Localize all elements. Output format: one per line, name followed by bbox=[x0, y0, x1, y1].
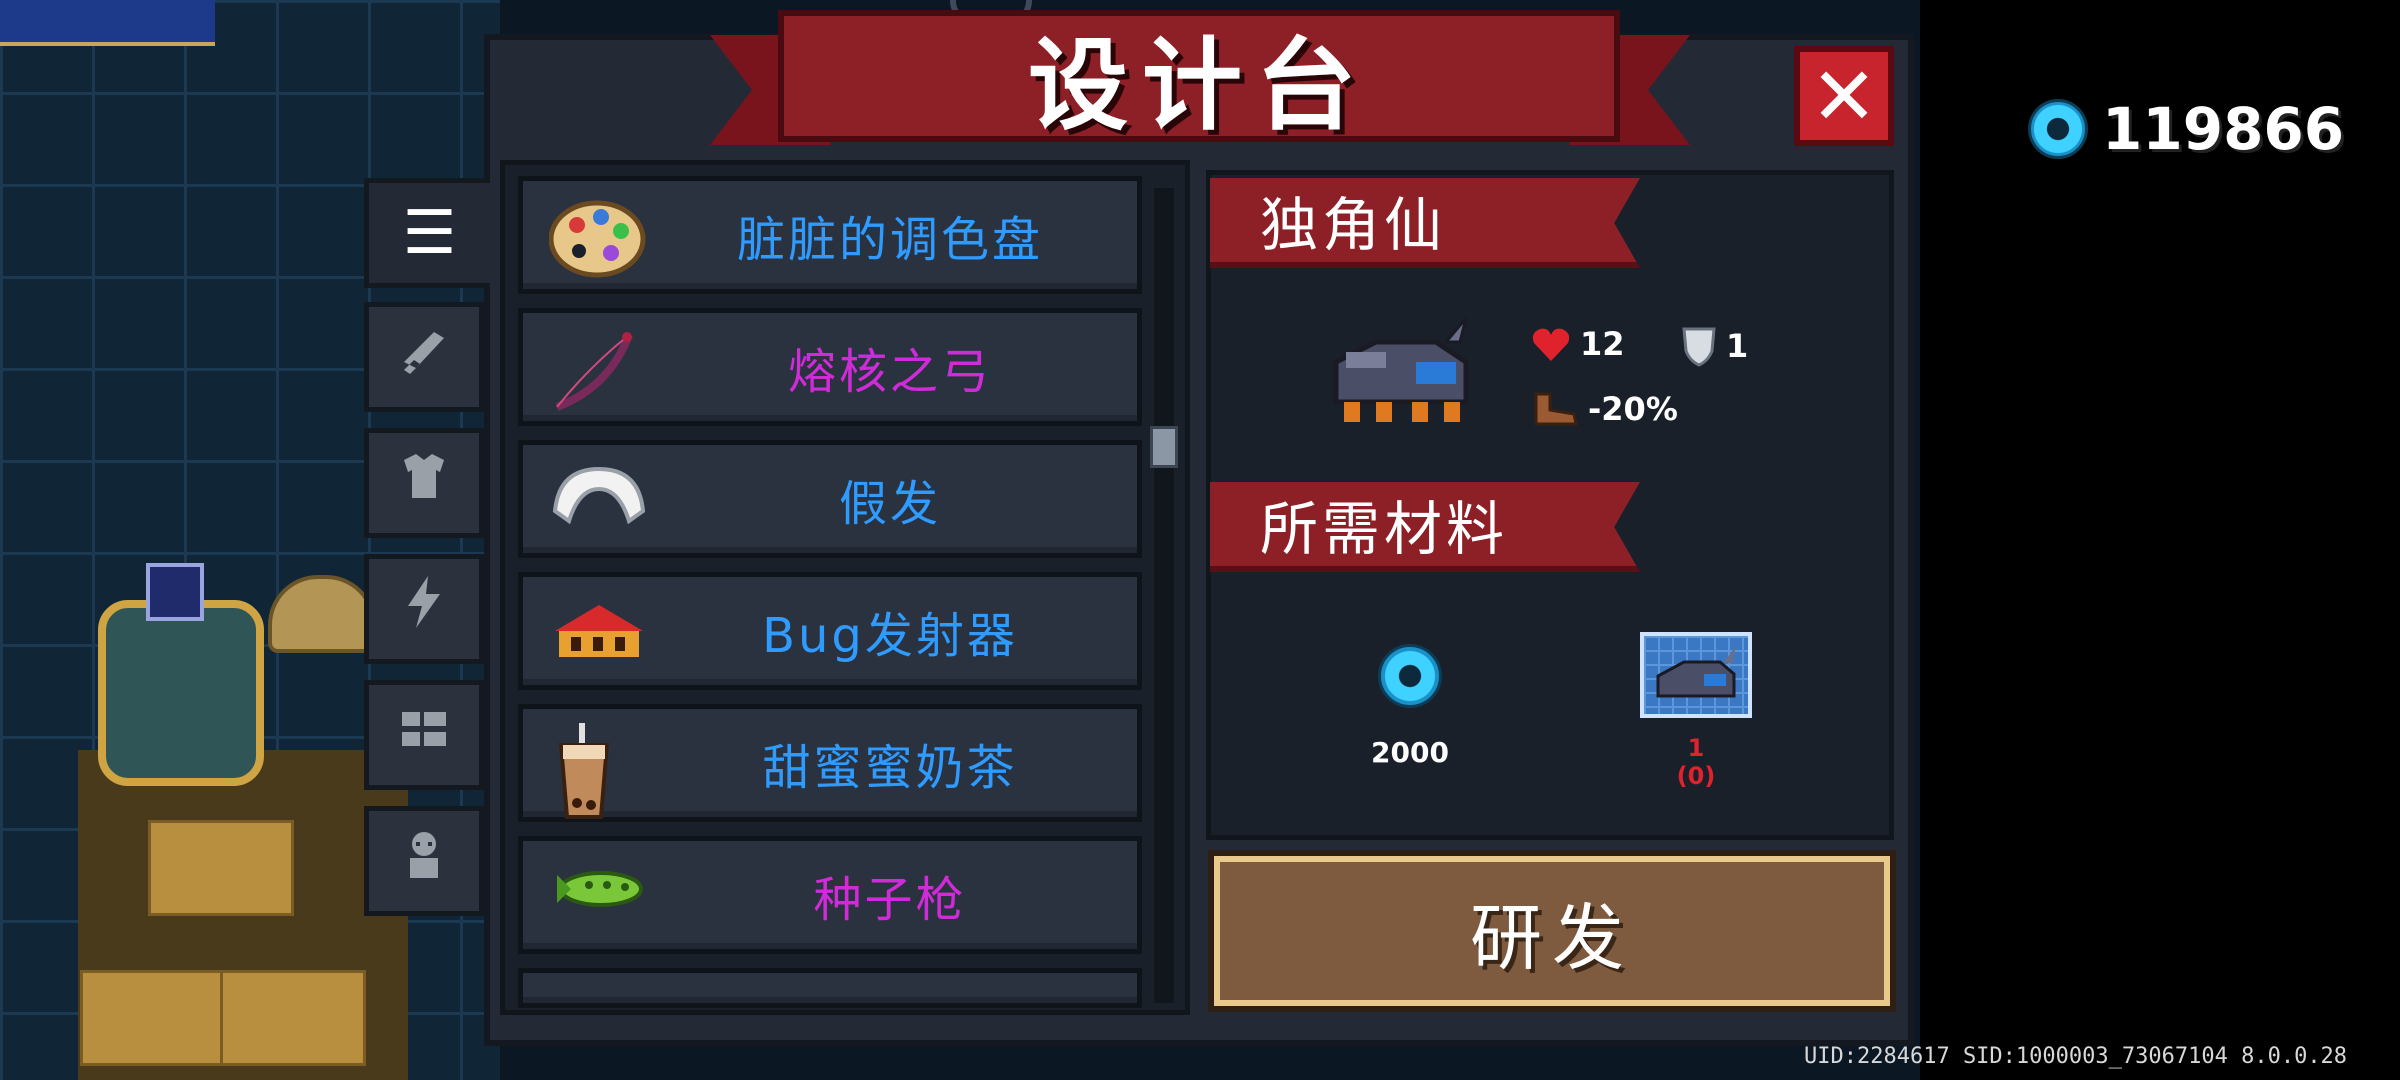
seed-gun-icon bbox=[549, 855, 643, 935]
blueprint-count: 1 (0) bbox=[1646, 734, 1746, 790]
gem-icon bbox=[1378, 644, 1442, 708]
list-item[interactable]: 种子枪 bbox=[518, 836, 1142, 954]
boot-icon bbox=[1534, 392, 1578, 426]
tab-characters[interactable] bbox=[364, 806, 484, 916]
background-pillar bbox=[148, 820, 294, 916]
bug-launcher-icon bbox=[549, 591, 643, 671]
milk-tea-icon bbox=[549, 723, 629, 819]
research-button[interactable]: 研发 bbox=[1208, 850, 1896, 1012]
background-pillar bbox=[80, 970, 226, 1066]
item-label: 种子枪 bbox=[813, 872, 967, 928]
list-scrollbar[interactable] bbox=[1154, 188, 1174, 1003]
armor-stat: 1 bbox=[1680, 325, 1748, 367]
background-pedestal bbox=[98, 563, 264, 786]
build-info: UID:2284617 SID:1000003_73067104 8.0.0.2… bbox=[1804, 1044, 2348, 1069]
materials-banner: 所需材料 bbox=[1210, 482, 1640, 572]
background-decor bbox=[0, 0, 215, 46]
blueprint-required: 1 bbox=[1687, 734, 1705, 762]
list-item[interactable]: 假发 bbox=[518, 440, 1142, 558]
hp-stat: 12 bbox=[1530, 325, 1625, 363]
scrollbar-thumb[interactable] bbox=[1150, 426, 1178, 468]
item-name: 独角仙 bbox=[1260, 191, 1447, 259]
tab-weapons[interactable] bbox=[364, 302, 484, 412]
list-item[interactable]: 甜蜜蜜奶茶 bbox=[518, 704, 1142, 822]
gem-icon bbox=[2028, 99, 2088, 159]
item-label: Bug发射器 bbox=[762, 608, 1018, 664]
list-icon: ☰ bbox=[402, 198, 457, 268]
materials-title: 所需材料 bbox=[1260, 495, 1509, 563]
close-icon: ✕ bbox=[1810, 49, 1878, 143]
item-label: 熔核之弓 bbox=[787, 344, 992, 400]
heart-icon bbox=[1532, 328, 1570, 361]
speed-stat: -20% bbox=[1530, 390, 1678, 428]
title-banner: 设计台 bbox=[778, 10, 1620, 144]
shield-icon bbox=[1682, 327, 1716, 367]
weapon-icon bbox=[394, 320, 454, 394]
armor-icon bbox=[394, 446, 454, 520]
pet-icon bbox=[394, 698, 454, 772]
rhino-beetle-mech-icon bbox=[1333, 317, 1469, 422]
hp-value: 12 bbox=[1580, 325, 1625, 363]
list-item[interactable]: 熔核之弓 bbox=[518, 308, 1142, 426]
page-title: 设计台 bbox=[1028, 26, 1370, 144]
gem-cost: 2000 bbox=[1371, 736, 1449, 769]
list-item[interactable]: 脏脏的调色盘 bbox=[518, 176, 1142, 294]
tab-all[interactable]: ☰ bbox=[364, 178, 490, 288]
character-icon bbox=[394, 824, 454, 898]
lightning-icon bbox=[394, 572, 454, 646]
armor-value: 1 bbox=[1726, 327, 1749, 365]
speed-value: -20% bbox=[1588, 390, 1678, 428]
tab-skills[interactable] bbox=[364, 554, 484, 664]
palette-icon bbox=[548, 195, 646, 278]
item-label: 脏脏的调色盘 bbox=[736, 212, 1043, 268]
tab-armor[interactable] bbox=[364, 428, 484, 538]
item-label: 甜蜜蜜奶茶 bbox=[762, 740, 1018, 796]
bow-icon bbox=[549, 327, 633, 411]
wig-icon bbox=[549, 459, 646, 539]
item-label: 假发 bbox=[838, 476, 941, 532]
item-name-banner: 独角仙 bbox=[1210, 178, 1640, 268]
close-button[interactable]: ✕ bbox=[1794, 46, 1894, 146]
blueprint-icon bbox=[1640, 632, 1752, 718]
currency-display: 119866 bbox=[2028, 95, 2344, 163]
list-item[interactable] bbox=[518, 968, 1142, 1008]
background-pillar bbox=[220, 970, 366, 1066]
blueprint-owned: (0) bbox=[1676, 762, 1716, 790]
currency-value: 119866 bbox=[2102, 95, 2345, 163]
tab-pets[interactable] bbox=[364, 680, 484, 790]
list-item[interactable]: Bug发射器 bbox=[518, 572, 1142, 690]
